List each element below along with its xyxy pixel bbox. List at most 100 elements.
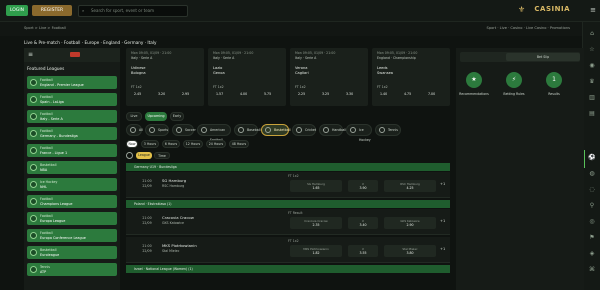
odds-button[interactable]: SG Hamburg 1.65: [290, 180, 342, 192]
betslip-results-icon[interactable]: 1: [546, 72, 562, 88]
odds-value[interactable]: 3.25: [322, 92, 329, 96]
match-date: 22/09: [142, 184, 152, 188]
odds-value[interactable]: 2.25: [298, 92, 305, 96]
calendar-icon[interactable]: ▤: [587, 110, 597, 118]
sidebar-league-item[interactable]: Tennis ATP: [27, 263, 117, 276]
darts-icon[interactable]: ◈: [587, 250, 597, 258]
sport-filter-sports[interactable]: Sports: [145, 124, 169, 136]
odds-button[interactable]: RSC Hamburg 4.25: [384, 180, 436, 192]
time-filter-chip[interactable]: 6 Hours: [162, 140, 180, 148]
sidebar-league-item[interactable]: Football England - Premier League: [27, 76, 117, 89]
live-icon[interactable]: ◉: [587, 62, 597, 70]
sidebar-league-item[interactable]: Football France - Ligue 1: [27, 144, 117, 157]
odds-value[interactable]: 4.75: [404, 92, 411, 96]
odds-value[interactable]: 3.30: [346, 92, 353, 96]
featured-match-card[interactable]: Mon 09:05, 01/09 · 21:00 Italy · Serie A U…: [126, 48, 204, 106]
sport-filter-american-football[interactable]: American Football: [197, 124, 231, 142]
sport-filter-baseball[interactable]: Baseball: [234, 124, 261, 136]
time-filter-chip[interactable]: 24 Hours: [206, 140, 226, 148]
bet-slip-tab[interactable]: Bet Slip: [506, 53, 580, 61]
sidebar-league-item[interactable]: Football Italy - Serie A: [27, 110, 117, 123]
odds-button[interactable]: X 3.40: [348, 217, 378, 229]
odds-value[interactable]: 2.45: [134, 92, 141, 96]
time-filter-chip[interactable]: 3 Hours: [141, 140, 159, 148]
search-input[interactable]: ⌕ Search for sport, event or team: [78, 5, 188, 17]
tab-live[interactable]: Live: [126, 112, 142, 121]
odds-button[interactable]: X 3.90: [348, 180, 378, 192]
collapse-icon[interactable]: [126, 152, 133, 159]
odds-value[interactable]: 1.57: [216, 92, 223, 96]
brand-name[interactable]: CASINIA: [534, 5, 570, 13]
odds-button[interactable]: Stal Mielec 3.80: [384, 245, 436, 257]
basketball-icon[interactable]: ◍: [587, 170, 597, 178]
odds-value[interactable]: 4.00: [240, 92, 247, 96]
sidebar-league-item[interactable]: Football Spain - LaLiga: [27, 93, 117, 106]
betslip-recommendations-icon[interactable]: ★: [466, 72, 482, 88]
football-icon[interactable]: ⚽: [587, 154, 597, 162]
tab-early[interactable]: Early: [170, 112, 184, 121]
match-row[interactable]: 21:00 22/09 SG Hamburg RSC Hamburg FT 1x2 SG …: [126, 172, 450, 198]
tab-upcoming[interactable]: Upcoming: [145, 112, 167, 121]
tennis-icon[interactable]: ◌: [587, 186, 597, 194]
sidebar-league-item[interactable]: Football Champions League: [27, 195, 117, 208]
star-icon[interactable]: ☆: [587, 46, 597, 54]
sport-icon: [265, 127, 271, 133]
breadcrumb[interactable]: Sport > Live > Football: [24, 26, 66, 30]
sidebar-league-item[interactable]: Basketball NBA: [27, 161, 117, 174]
more-markets-button[interactable]: +1: [440, 219, 445, 223]
featured-match-card[interactable]: Mon 09:05, 01/09 · 21:00 Italy · Serie A V…: [290, 48, 368, 106]
sport-filter-tennis[interactable]: Tennis: [375, 124, 401, 136]
home-icon[interactable]: ⌂: [587, 30, 597, 38]
odds-button[interactable]: Cracovia Cracow 2.35: [290, 217, 342, 229]
odds-button[interactable]: GKS Katowice 2.90: [384, 217, 436, 229]
sort-pill-time[interactable]: Time: [154, 152, 170, 159]
league-section-header[interactable]: Poland · Ekstraklasa (1): [126, 200, 450, 208]
odds-button[interactable]: MKS Piotrkowianin 1.82: [290, 245, 342, 257]
sort-pill-league[interactable]: League: [136, 152, 152, 159]
sport-filter-ice-hockey[interactable]: Ice Hockey: [346, 124, 372, 142]
odds-value[interactable]: 1.40: [380, 92, 387, 96]
sport-filter-basketball[interactable]: Basketball: [261, 124, 291, 136]
chart-icon[interactable]: ▥: [587, 94, 597, 102]
time-filter-chip[interactable]: 48 Hours: [229, 140, 249, 148]
featured-match-card[interactable]: Mon 09:05, 01/09 · 21:00 Italy · Serie A L…: [208, 48, 286, 106]
baseball-icon[interactable]: ◎: [587, 218, 597, 226]
hockey-icon[interactable]: ⚲: [587, 202, 597, 210]
odds-value[interactable]: 2.95: [182, 92, 189, 96]
time-filter-chip[interactable]: 12 Hours: [183, 140, 203, 148]
register-button[interactable]: REGISTER: [32, 5, 72, 16]
time-filter-chip[interactable]: Now: [126, 140, 138, 148]
login-button[interactable]: LOGIN: [6, 5, 28, 16]
cup-icon[interactable]: ♛: [587, 78, 597, 86]
odds-button[interactable]: X 3.55: [348, 245, 378, 257]
sidebar-league-item[interactable]: Football Europa Conference League: [27, 229, 117, 242]
league-name: Europa Conference League: [40, 236, 86, 240]
odds-value[interactable]: 7.00: [428, 92, 435, 96]
match-row[interactable]: 21:00 22/09 MKS Piotrkowianin Stal Mielec FT…: [126, 237, 450, 263]
odds-value[interactable]: 5.75: [264, 92, 271, 96]
sport-filter-all[interactable]: All: [126, 124, 143, 136]
sport-filter-handball[interactable]: Handball: [319, 124, 346, 136]
match-row[interactable]: 21:00 22/09 Cracovia Cracow GKS Katowice FT …: [126, 209, 450, 235]
hamburger-icon[interactable]: ≡: [28, 51, 33, 58]
odds-value[interactable]: 3.20: [158, 92, 165, 96]
sport-filter-soccer[interactable]: Soccer: [172, 124, 196, 136]
featured-match-card[interactable]: Mon 09:05, 01/09 · 21:00 England · Champi…: [372, 48, 450, 106]
betslip-betting-rules-icon[interactable]: ⚡: [506, 72, 522, 88]
league-section-header[interactable]: Israel · National League (Women) (1): [126, 265, 450, 273]
more-markets-button[interactable]: +1: [440, 182, 445, 186]
league-flag-icon: [30, 164, 37, 171]
sidebar-league-item[interactable]: Football Germany - Bundesliga: [27, 127, 117, 140]
nav-links[interactable]: Sport · Live · Casino · Live Casino · Pr…: [487, 26, 570, 30]
sport-filter-cricket[interactable]: Cricket: [292, 124, 316, 136]
golf-icon[interactable]: ⚑: [587, 234, 597, 242]
menu-icon[interactable]: ≡: [590, 6, 596, 14]
sidebar-league-item[interactable]: Basketball Euroleague: [27, 246, 117, 259]
sport-icon: [149, 127, 155, 133]
match-time: 21:00: [142, 179, 152, 183]
more-markets-button[interactable]: +1: [440, 247, 445, 251]
esports-icon[interactable]: ⌘: [587, 266, 597, 274]
league-section-header[interactable]: Germany U19 · Bundesliga: [126, 163, 450, 171]
sidebar-league-item[interactable]: Football Europa League: [27, 212, 117, 225]
sidebar-league-item[interactable]: Ice Hockey NHL: [27, 178, 117, 191]
